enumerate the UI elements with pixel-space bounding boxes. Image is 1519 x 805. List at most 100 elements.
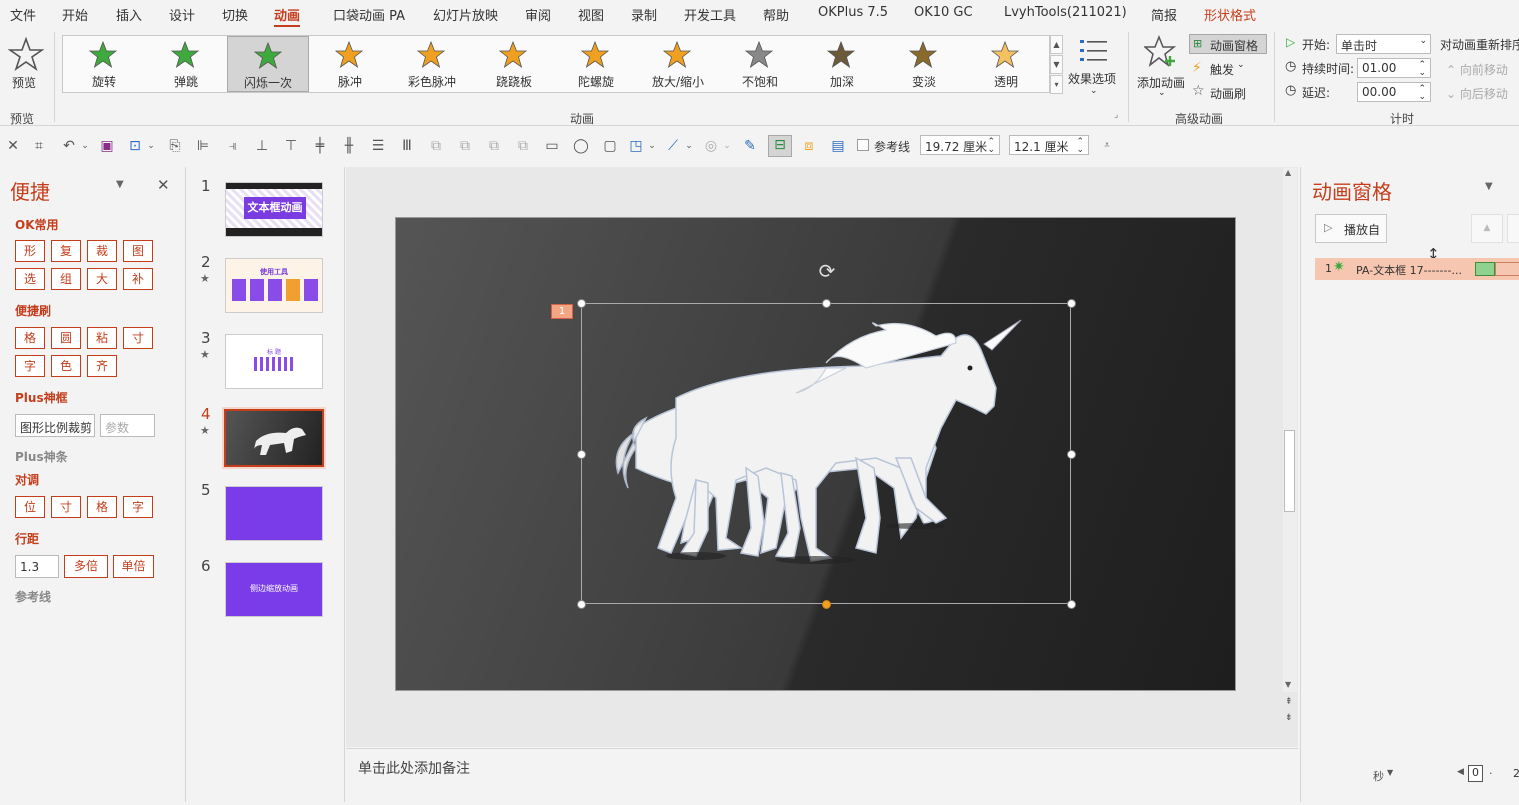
move-up-button[interactable]: ▲: [1471, 214, 1503, 243]
animation-effect-10[interactable]: 变淡: [883, 36, 965, 92]
preview-button[interactable]: 预览: [4, 34, 48, 104]
animation-effect-3[interactable]: 脉冲: [309, 36, 391, 92]
crop-ratio-input[interactable]: 图形比例裁剪: [15, 414, 95, 437]
prev-slide-icon[interactable]: ⇞: [1285, 697, 1293, 707]
align-left-icon[interactable]: ⊫: [194, 137, 212, 155]
move-later-button[interactable]: ⌄ 向后移动: [1446, 85, 1508, 102]
resize-handle[interactable]: [1067, 600, 1076, 609]
brushbtns-button-3[interactable]: 寸: [123, 327, 153, 349]
okbtns-button-3[interactable]: 图: [123, 240, 153, 262]
guides-checkbox[interactable]: [857, 139, 869, 151]
animation-brush-button[interactable]: ☆ 动画刷: [1192, 83, 1252, 103]
menu-shape-format[interactable]: 形状格式: [1204, 5, 1256, 24]
chevron-down-icon[interactable]: ▼: [1387, 768, 1393, 777]
menu-insert[interactable]: 插入: [116, 5, 142, 24]
current-slide[interactable]: 1 ⟳: [395, 217, 1236, 691]
menu-okplus[interactable]: OKPlus 7.5: [818, 5, 888, 20]
stepper-arrows-icon[interactable]: ⌃ ⌄: [1418, 61, 1426, 78]
distribute-horizontal-icon[interactable]: Ⅲ: [398, 137, 416, 155]
animation-effect-11[interactable]: 透明: [965, 36, 1047, 92]
add-animation-button[interactable]: 添加动画 ⌄: [1134, 34, 1188, 104]
okbtns-button-1[interactable]: 复: [51, 240, 81, 262]
animation-effect-5[interactable]: 跷跷板: [473, 36, 555, 92]
notes-pane[interactable]: 单击此处添加备注: [346, 748, 1298, 802]
timeline-bar-dropdown[interactable]: [1495, 262, 1519, 276]
menu-home[interactable]: 开始: [62, 5, 88, 24]
shape-width-input[interactable]: 19.72 厘米 ⌃ ⌄: [920, 135, 1000, 155]
okbtns-button-2[interactable]: 裁: [87, 240, 117, 262]
play-from-button[interactable]: ▷ 播放自: [1315, 214, 1387, 243]
alignbtns-button-0[interactable]: 位: [15, 496, 45, 518]
scroll-up-icon[interactable]: ▲: [1285, 168, 1291, 177]
brushbtns-button-1[interactable]: 圆: [51, 327, 81, 349]
param-input[interactable]: 参数: [100, 414, 155, 437]
okbtns-button-4[interactable]: 选: [15, 268, 45, 290]
close-icon[interactable]: ✕: [4, 137, 22, 155]
line-spacing-input[interactable]: 1.3: [15, 555, 59, 578]
gallery-scroll-down[interactable]: ▼: [1050, 55, 1063, 74]
center-horizontal-icon[interactable]: ╪: [311, 137, 329, 155]
slide-thumb-2[interactable]: 使用工具: [225, 258, 323, 313]
resize-handle[interactable]: [577, 450, 586, 459]
panel-close-icon[interactable]: ✕: [157, 176, 170, 194]
scroll-down-icon[interactable]: ▼: [1285, 680, 1291, 689]
distribute-vertical-icon[interactable]: ☰: [369, 137, 387, 155]
brushbtns-button-0[interactable]: 格: [15, 327, 45, 349]
menu-brief[interactable]: 简报: [1151, 5, 1177, 24]
alignbtns-button-3[interactable]: 字: [123, 496, 153, 518]
brushbtns-button-6[interactable]: 齐: [87, 355, 117, 377]
dialog-launcher-icon[interactable]: ⌟: [1114, 110, 1118, 120]
slide-thumb-6[interactable]: 侧边缩放动画: [225, 562, 323, 617]
menu-record[interactable]: 录制: [631, 5, 657, 24]
animation-effect-7[interactable]: 放大/缩小: [637, 36, 719, 92]
copy-format-icon[interactable]: ⎘: [166, 137, 184, 155]
okbtns-button-6[interactable]: 大: [87, 268, 117, 290]
delay-stepper[interactable]: 00.00 ⌃ ⌄: [1357, 82, 1431, 102]
menu-review[interactable]: 审阅: [525, 5, 551, 24]
alignbtns-button-1[interactable]: 寸: [51, 496, 81, 518]
save-icon[interactable]: ▣: [98, 137, 116, 155]
rotate-handle-icon[interactable]: ⟳: [816, 260, 838, 282]
okbtns-button-7[interactable]: 补: [123, 268, 153, 290]
menu-animations[interactable]: 动画: [274, 5, 301, 27]
send-back-icon[interactable]: ⧉: [514, 137, 532, 155]
animation-pane-button[interactable]: ⊞ 动画窗格: [1189, 34, 1267, 54]
slide-thumb-3[interactable]: 标 题: [225, 334, 323, 389]
menu-view[interactable]: 视图: [578, 5, 604, 24]
animation-effect-0[interactable]: 旋转: [63, 36, 145, 92]
center-vertical-icon[interactable]: ╫: [340, 137, 358, 155]
animation-effect-9[interactable]: 加深: [801, 36, 883, 92]
shape-height-input[interactable]: 12.1 厘米 ⌃ ⌄: [1009, 135, 1089, 155]
chevron-down-icon[interactable]: ⌄: [718, 137, 736, 155]
chevron-down-icon[interactable]: ⌄: [680, 137, 698, 155]
brushbtns-button-4[interactable]: 字: [15, 355, 45, 377]
ungroup-icon[interactable]: ⧉: [456, 137, 474, 155]
resize-handle[interactable]: [822, 299, 831, 308]
multiple-spacing-button[interactable]: 多倍: [64, 555, 108, 578]
next-slide-icon[interactable]: ⇟: [1285, 713, 1293, 723]
animation-order-tag[interactable]: 1: [551, 304, 573, 319]
customize-toolbar-icon[interactable]: ⩡: [1098, 137, 1116, 155]
menu-slideshow[interactable]: 幻灯片放映: [433, 5, 498, 24]
effect-options-button[interactable]: 效果选项 ⌄: [1068, 36, 1122, 104]
ellipse-icon[interactable]: ◯: [572, 137, 590, 155]
stepper-arrows-icon[interactable]: ⌃ ⌄: [1418, 85, 1426, 102]
okbtns-button-5[interactable]: 组: [51, 268, 81, 290]
slide-thumb-5[interactable]: [225, 486, 323, 541]
chevron-down-icon[interactable]: ⌄: [643, 137, 661, 155]
menu-pocket-animation[interactable]: 口袋动画 PA: [333, 5, 405, 24]
animation-effect-8[interactable]: 不饱和: [719, 36, 801, 92]
alignbtns-button-2[interactable]: 格: [87, 496, 117, 518]
editor-vertical-scrollbar[interactable]: ▲ ▼: [1283, 168, 1297, 692]
resize-handle[interactable]: [577, 299, 586, 308]
timeline-start-marker[interactable]: 0: [1468, 765, 1483, 782]
align-right-icon[interactable]: ⫣: [224, 137, 242, 155]
animation-list-item[interactable]: 1 ✷ PA-文本框 17-------...: [1315, 258, 1519, 280]
chevron-down-icon[interactable]: ⌄: [76, 137, 94, 155]
trigger-button[interactable]: ⚡ 触发 ⌄: [1192, 59, 1252, 79]
adjust-handle[interactable]: [822, 600, 831, 609]
move-down-button[interactable]: [1507, 214, 1519, 243]
group-icon[interactable]: ⧉: [427, 137, 445, 155]
arrange-icon[interactable]: ⧈: [800, 137, 818, 155]
timeline-left-icon[interactable]: ◀: [1457, 767, 1464, 777]
